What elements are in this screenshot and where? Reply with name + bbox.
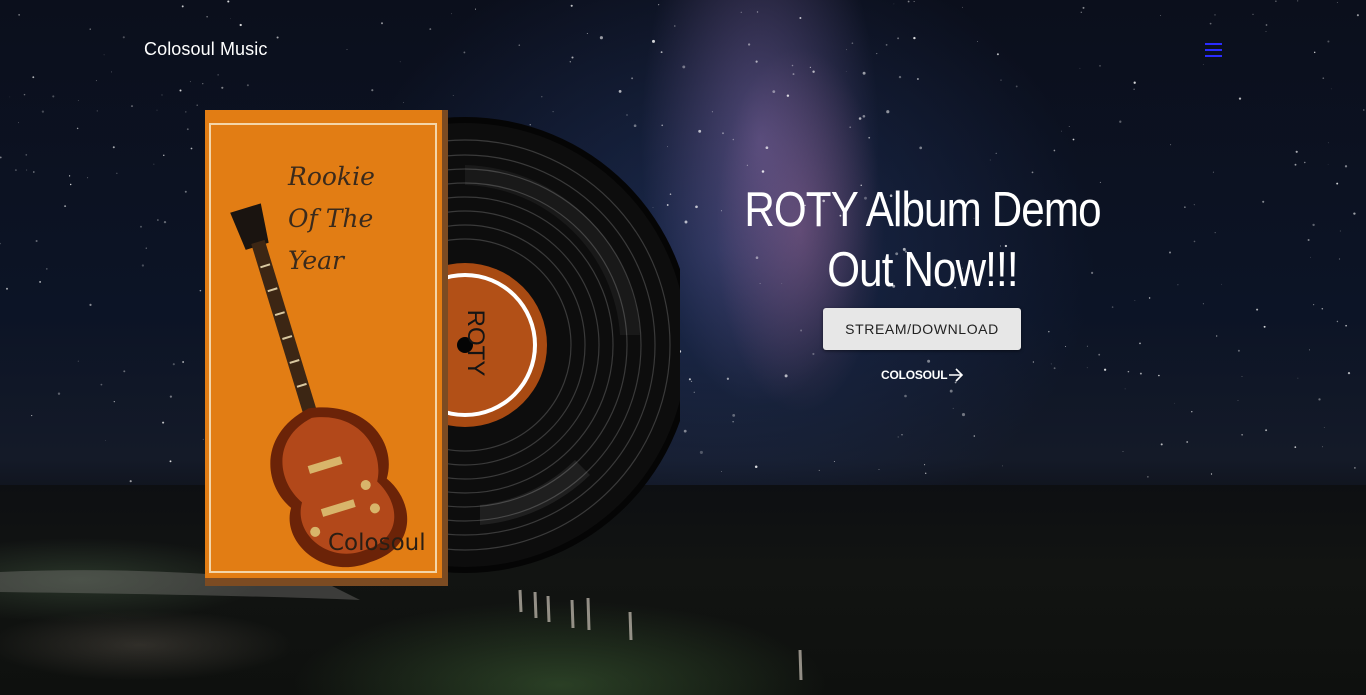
album-artwork: ROTY Rookie Of The Year Colosoul <box>205 110 680 586</box>
colosoul-link[interactable]: COLOSOUL <box>881 366 964 384</box>
album-cover-art: Rookie Of The Year Colosoul <box>205 110 448 586</box>
album-title-line-2: Of The <box>288 204 373 233</box>
colosoul-link-label: COLOSOUL <box>881 368 948 382</box>
hero-headline: ROTY Album Demo Out Now!!! <box>744 183 1101 297</box>
site-brand[interactable]: Colosoul Music <box>144 39 267 60</box>
album-title-line-3: Year <box>288 246 346 275</box>
hamburger-menu-icon[interactable] <box>1204 43 1224 59</box>
arrow-right-icon <box>949 368 964 382</box>
album-title-line-1: Rookie <box>287 162 375 191</box>
stream-download-button[interactable]: STREAM/DOWNLOAD <box>823 308 1021 350</box>
album-artist: Colosoul <box>328 530 426 556</box>
record-label-text: ROTY <box>462 310 489 377</box>
